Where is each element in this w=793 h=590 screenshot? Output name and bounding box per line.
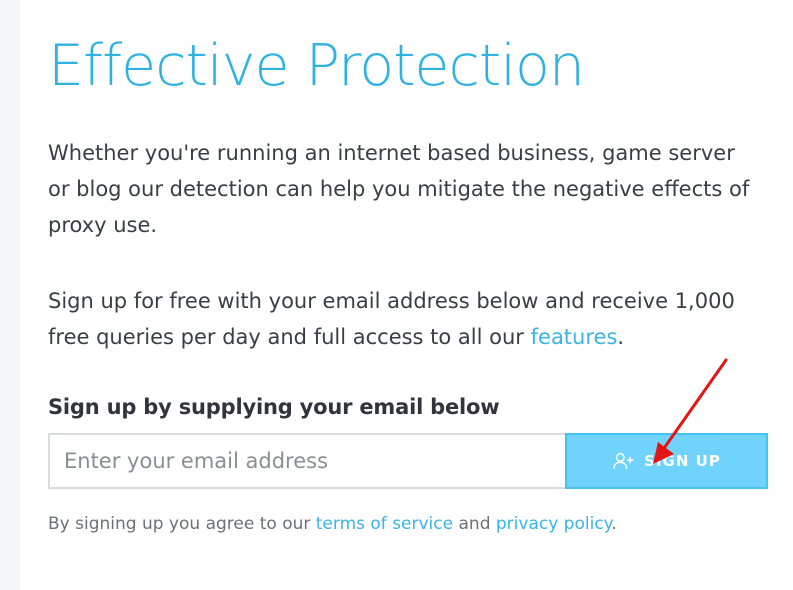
user-plus-icon	[613, 452, 634, 469]
signup-description-paragraph: Sign up for free with your email address…	[48, 283, 768, 355]
page-title: Effective Protection	[48, 33, 585, 99]
signup-agreement-text: By signing up you agree to our terms of …	[48, 514, 768, 534]
intro-paragraph: Whether you're running an internet based…	[48, 141, 750, 237]
features-link[interactable]: features	[531, 325, 618, 349]
signup-description-text: Sign up for free with your email address…	[48, 289, 735, 349]
agreement-text-start: By signing up you agree to our	[48, 514, 316, 534]
red-arrow-annotation	[653, 358, 728, 464]
agreement-text-middle: and	[453, 514, 496, 534]
email-field[interactable]	[48, 433, 565, 489]
signup-description-end: .	[617, 325, 625, 349]
privacy-policy-link[interactable]: privacy policy	[496, 514, 611, 534]
agreement-text-end: .	[611, 514, 617, 534]
terms-of-service-link[interactable]: terms of service	[316, 514, 453, 534]
